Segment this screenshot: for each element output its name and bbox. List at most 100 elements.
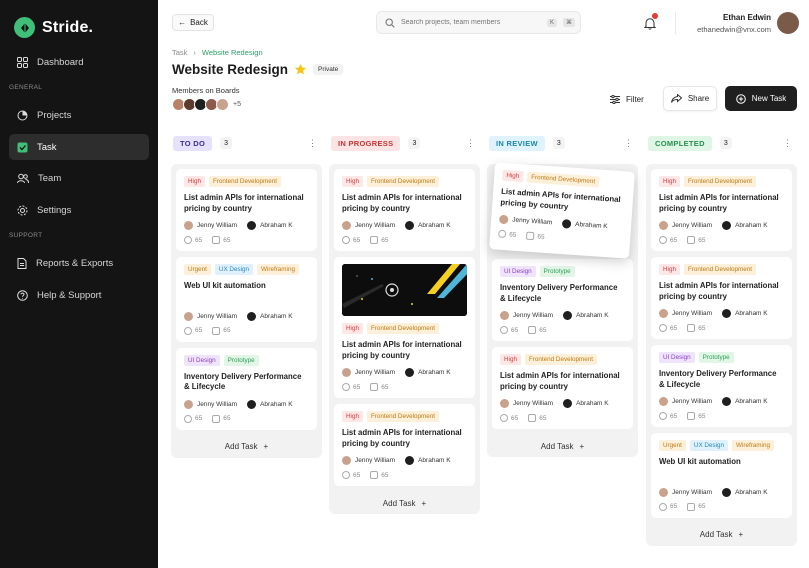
file-icon	[212, 414, 221, 423]
comment-icon	[659, 236, 667, 245]
avatar	[659, 309, 668, 319]
tag-uxdesign: UX Design	[214, 264, 254, 276]
section-general: GENERAL	[9, 84, 43, 91]
more-vertical-icon[interactable]: ⋮	[466, 138, 475, 149]
task-card[interactable]: UI Design Prototype Inventory Delivery Pe…	[176, 347, 317, 430]
avatar	[247, 399, 257, 409]
task-card[interactable]: High Frontend Development List admin APIs…	[334, 404, 475, 487]
tag-frontend: Frontend Development	[366, 411, 440, 423]
file-count: 65	[687, 502, 705, 511]
assignee: Abraham K	[247, 399, 293, 409]
assignee: Jenny William	[184, 221, 237, 231]
column-count: 3	[408, 137, 421, 149]
task-card[interactable]: UI Design Prototype Inventory Delivery Pe…	[492, 259, 633, 342]
add-task-button[interactable]: Add Task +	[334, 492, 475, 514]
assignee: Abraham K	[405, 221, 451, 231]
column-label: IN PROGRESS	[331, 135, 401, 151]
add-task-button[interactable]: Add Task +	[176, 436, 317, 458]
add-task-button[interactable]: Add Task +	[492, 435, 633, 457]
task-title: List admin APIs for international pricin…	[342, 193, 462, 213]
assignee: Jenny William	[342, 456, 395, 466]
page-title: Website Redesign Private	[172, 62, 344, 77]
user-avatar[interactable]	[777, 12, 799, 34]
comment-count: 65	[342, 236, 360, 245]
sidebar-item-label: Projects	[37, 109, 72, 121]
member-avatars[interactable]: +5	[172, 98, 241, 111]
filter-button[interactable]: Filter	[610, 89, 644, 109]
tag-frontend: Frontend Development	[526, 171, 600, 188]
comment-icon	[342, 383, 350, 392]
task-card[interactable]: Urgent UX Design Wireframing Web UI kit au…	[176, 257, 317, 342]
app-logo[interactable]: Stride.	[14, 17, 93, 38]
comment-count: 65	[342, 383, 360, 392]
comment-count: 65	[497, 229, 517, 239]
share-button[interactable]: Share	[663, 86, 717, 111]
assignee: Jenny William	[184, 399, 237, 409]
new-task-button[interactable]: New Task	[725, 86, 797, 111]
column-header: IN REVIEW 3 ⋮	[487, 132, 638, 154]
assignee: Jenny William	[498, 214, 553, 228]
search-bar[interactable]: K ⌘	[376, 11, 581, 34]
more-vertical-icon[interactable]: ⋮	[308, 138, 317, 149]
sidebar-item-team[interactable]: Team	[9, 165, 149, 191]
task-card[interactable]: High Frontend Development List admin APIs…	[492, 347, 633, 430]
file-icon	[212, 236, 221, 245]
assignee: Abraham K	[563, 399, 609, 409]
avatar	[342, 368, 351, 378]
task-title: List admin APIs for international pricin…	[659, 281, 779, 301]
avatar	[659, 397, 668, 407]
task-card[interactable]: High Frontend Development List admin APIs…	[334, 169, 475, 252]
task-card[interactable]: High Frontend Development List admin APIs…	[651, 257, 792, 340]
more-vertical-icon[interactable]: ⋮	[624, 138, 633, 149]
comment-icon	[342, 236, 350, 245]
sidebar-item-task[interactable]: Task	[9, 134, 149, 160]
sidebar-item-settings[interactable]: Settings	[9, 197, 149, 223]
sidebar-item-projects[interactable]: Projects	[9, 102, 149, 128]
avatar	[342, 456, 351, 466]
dragged-task-card[interactable]: High Frontend Development List admin APIs…	[489, 162, 635, 259]
sidebar-item-reports[interactable]: Reports & Exports	[9, 250, 149, 276]
tag-frontend: Frontend Development	[366, 323, 440, 335]
task-card[interactable]: UI Design Prototype Inventory Delivery Pe…	[651, 345, 792, 428]
cover-art	[342, 264, 467, 317]
add-task-button[interactable]: Add Task +	[651, 524, 792, 546]
task-card[interactable]: High Frontend Development List admin APIs…	[176, 169, 317, 252]
sidebar-item-label: Settings	[37, 204, 72, 216]
task-card[interactable]: High Frontend Development List admin APIs…	[334, 257, 475, 399]
tag-uxdesign: UX Design	[689, 440, 729, 452]
more-vertical-icon[interactable]: ⋮	[783, 138, 792, 149]
file-icon	[528, 326, 537, 335]
avatar	[722, 397, 732, 407]
tag-uidesign: UI Design	[184, 354, 220, 366]
sidebar-item-dashboard[interactable]: Dashboard	[9, 49, 149, 75]
tag-high: High	[500, 354, 521, 366]
task-title: Inventory Delivery Performance & Lifecyc…	[659, 369, 777, 389]
task-card[interactable]: High Frontend Development List admin APIs…	[651, 169, 792, 252]
avatar	[498, 214, 509, 225]
task-title: Web UI kit automation	[659, 457, 741, 467]
assignee: Abraham K	[247, 221, 293, 231]
avatar	[722, 221, 732, 231]
breadcrumb-root[interactable]: Task	[172, 48, 187, 57]
back-button[interactable]: ← Back	[172, 14, 214, 31]
avatar	[563, 311, 573, 321]
sidebar-item-help[interactable]: Help & Support	[9, 282, 149, 308]
avatar	[184, 311, 193, 321]
file-icon	[687, 412, 696, 421]
breadcrumb: Task › Website Redesign	[172, 48, 263, 57]
notification-button[interactable]	[640, 13, 660, 33]
task-cover-image	[342, 264, 467, 317]
task-card[interactable]: Urgent UX Design Wireframing Web UI kit au…	[651, 433, 792, 518]
column-count: 3	[719, 137, 732, 149]
avatar	[184, 221, 193, 231]
sidebar-item-label: Help & Support	[37, 289, 102, 301]
plus-icon: +	[579, 441, 585, 451]
star-icon[interactable]	[294, 63, 307, 76]
breadcrumb-current[interactable]: Website Redesign	[202, 48, 263, 57]
tag-high: High	[659, 264, 680, 276]
avatar	[722, 309, 732, 319]
search-input[interactable]	[401, 19, 541, 26]
tag-high: High	[659, 176, 680, 187]
column-body: High Frontend Development List admin APIs…	[646, 164, 797, 546]
tag-prototype: Prototype	[698, 352, 734, 364]
